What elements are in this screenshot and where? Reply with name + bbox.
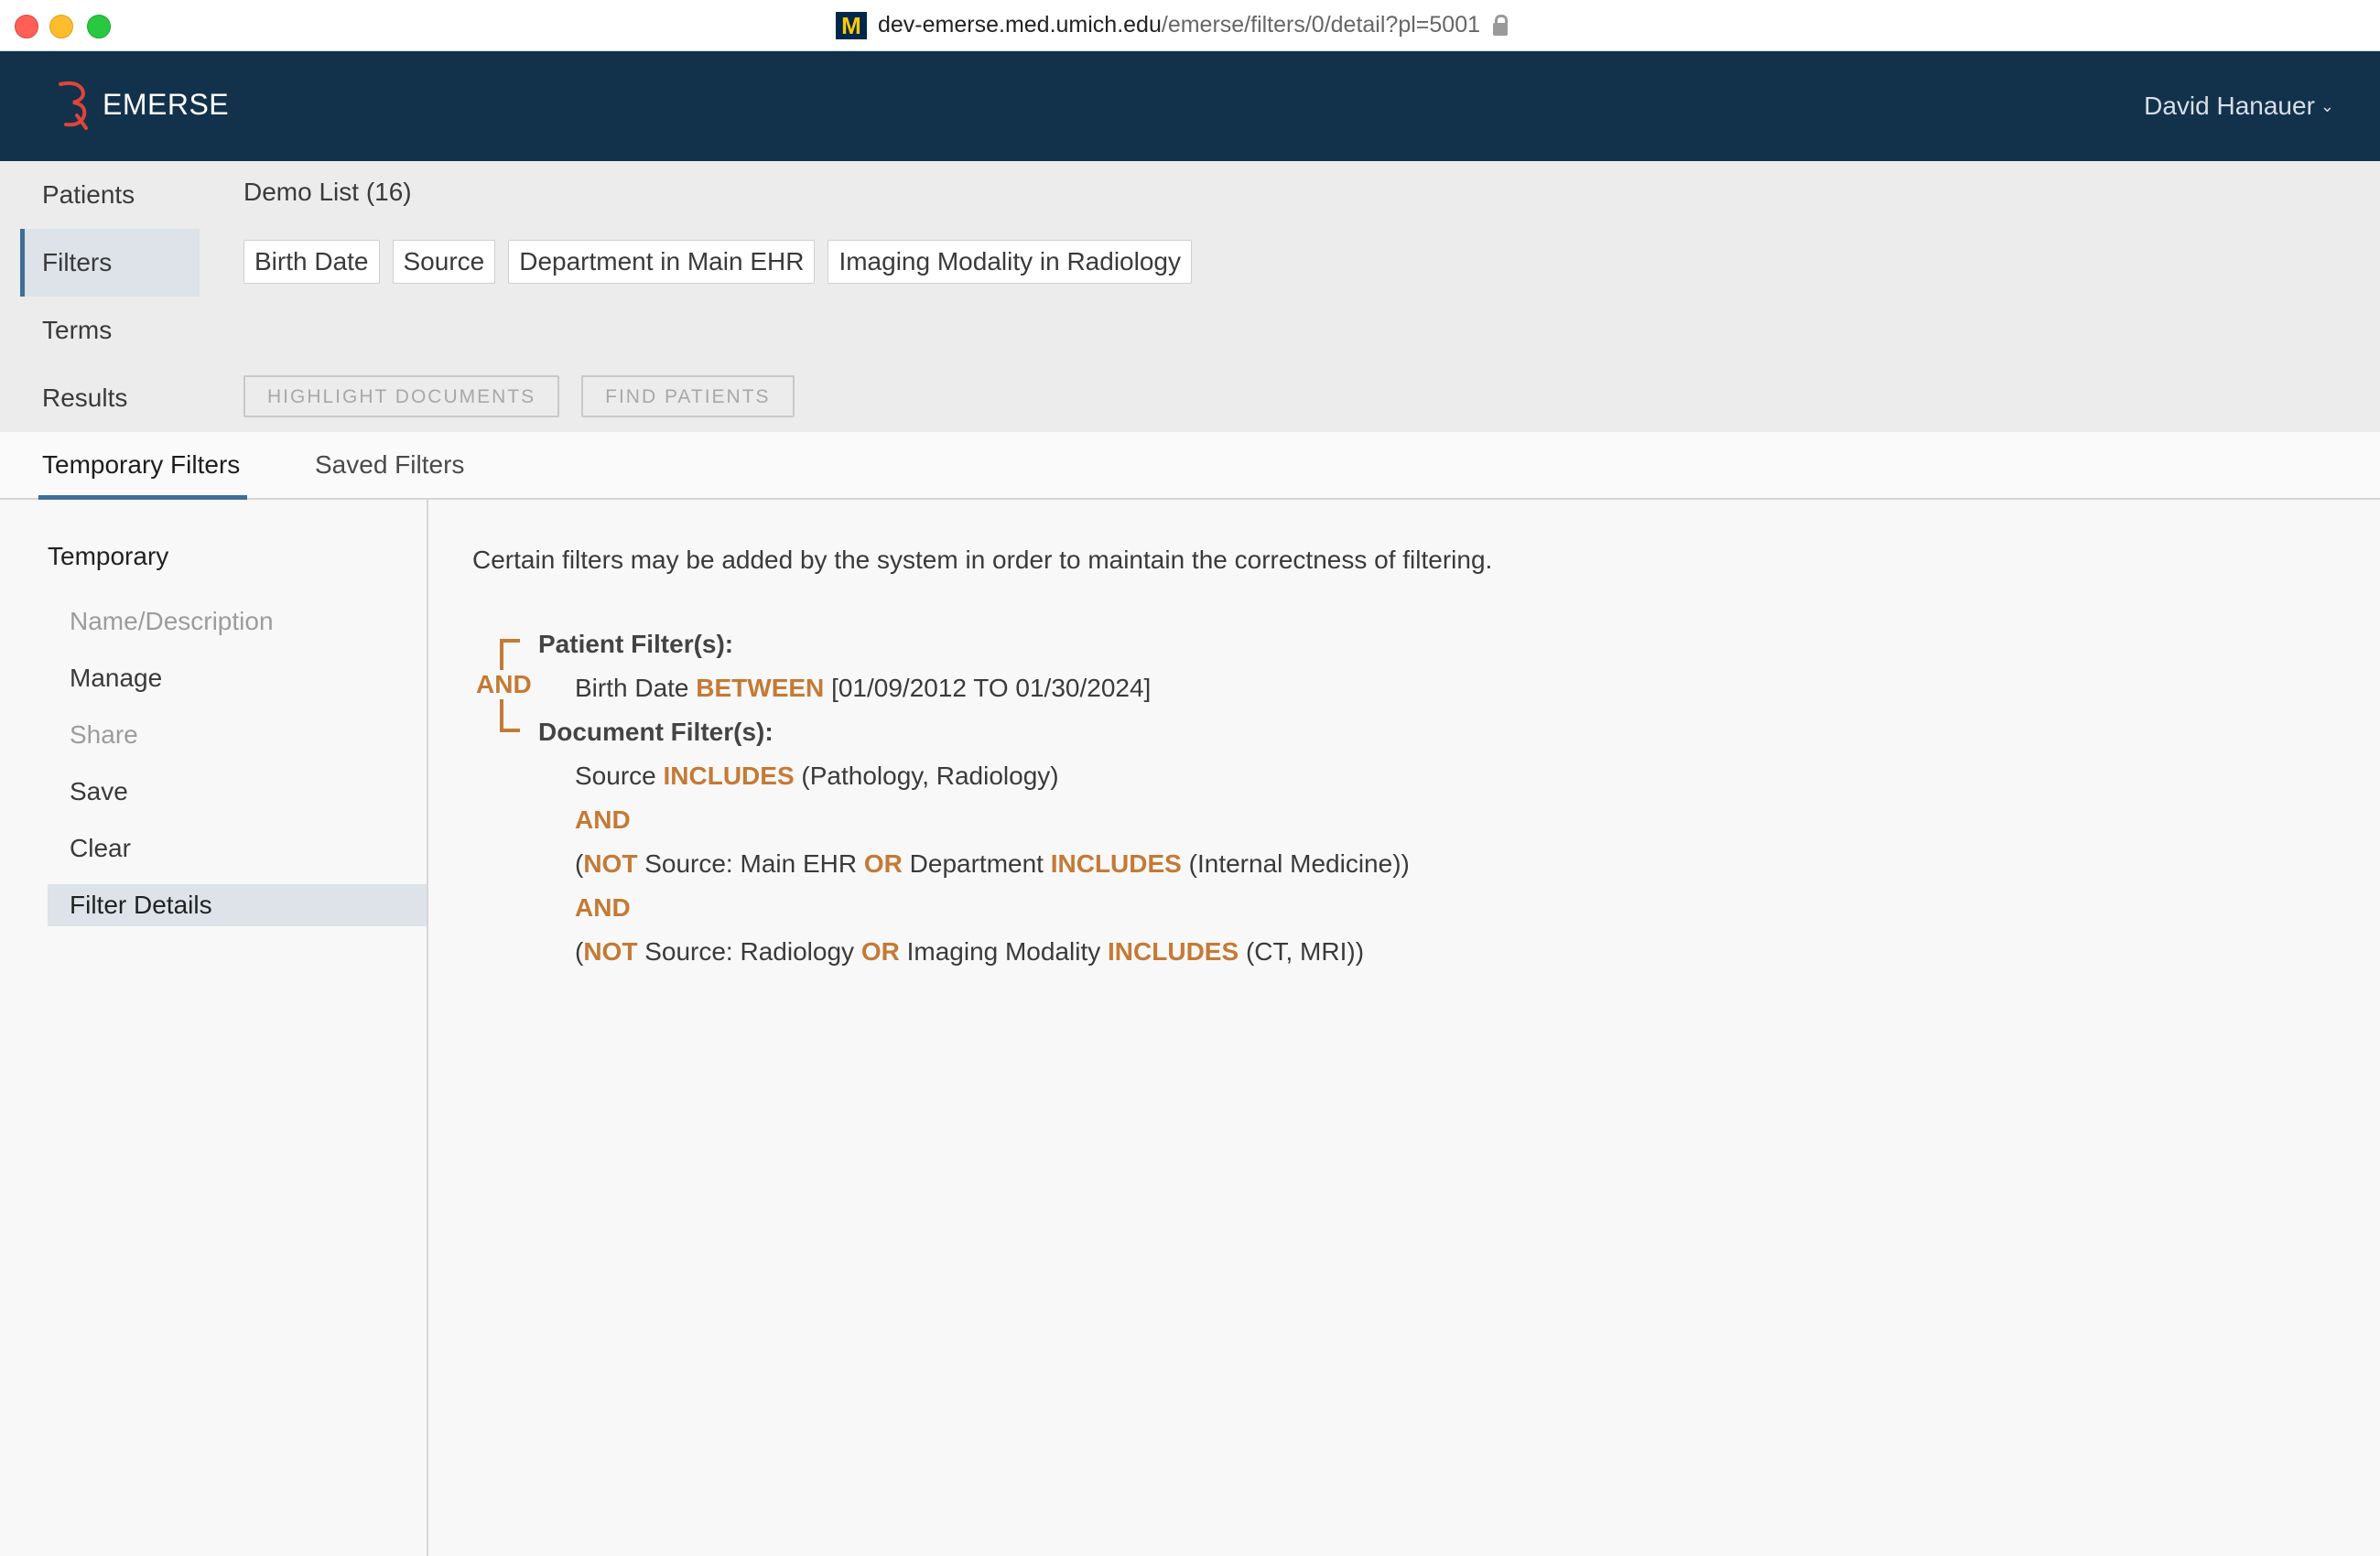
tab-temporary-filters[interactable]: Temporary Filters <box>38 432 248 500</box>
filter-operator: NOT <box>583 937 638 966</box>
find-patients-button[interactable]: FIND PATIENTS <box>581 375 795 417</box>
filter-operator: NOT <box>583 849 638 878</box>
side-item-share[interactable]: Share <box>48 707 427 763</box>
filter-value: (Pathology, Radiology) <box>801 762 1059 790</box>
search-actions: HIGHLIGHT DOCUMENTS FIND PATIENTS <box>243 375 795 417</box>
main-nav: Patients Filters Terms Results <box>20 161 200 432</box>
side-item-filter-details[interactable]: Filter Details <box>48 884 427 926</box>
filter-details-panel: Certain filters may be added by the syst… <box>428 500 2380 1556</box>
user-name: David Hanauer <box>2144 92 2315 120</box>
filter-operator: INCLUDES <box>1108 937 1239 966</box>
combiner-label: AND <box>474 670 534 699</box>
filter-chip[interactable]: Department in Main EHR <box>508 240 816 284</box>
filter-chip[interactable]: Source <box>392 240 496 284</box>
lock-icon <box>1493 14 1508 36</box>
document-filter-row: Source INCLUDES (Pathology, Radiology) <box>575 762 1059 791</box>
site-favicon-icon: M <box>836 11 867 39</box>
filter-operator: OR <box>863 849 903 878</box>
side-item-manage[interactable]: Manage <box>48 650 427 707</box>
top-panel: Patients Filters Terms Results Demo List… <box>0 161 2380 432</box>
filter-operator: OR <box>860 937 900 966</box>
url-path: /emerse/filters/0/detail?pl=5001 <box>1161 12 1480 38</box>
filter-field: Source: Main EHR <box>644 849 858 878</box>
filter-paren: ( <box>575 849 584 878</box>
url-text[interactable]: dev-emerse.med.umich.edu/emerse/filters/… <box>878 12 1480 38</box>
filter-side-menu: Temporary Name/Description Manage Share … <box>0 500 428 1556</box>
highlight-documents-button[interactable]: HIGHLIGHT DOCUMENTS <box>243 375 560 417</box>
app-name[interactable]: EMERSE <box>103 88 229 122</box>
patient-filters-heading: Patient Filter(s): <box>538 630 734 658</box>
filter-join-operator: AND <box>575 805 631 834</box>
side-menu-items: Name/Description Manage Share Save Clear… <box>48 593 427 926</box>
filter-field: Source: Radiology <box>644 937 855 966</box>
filter-paren: ( <box>575 937 584 966</box>
filter-operator: INCLUDES <box>1050 849 1182 878</box>
filter-value: (CT, MRI)) <box>1245 937 1365 966</box>
app-header: EMERSE David Hanauer ⌄ <box>0 51 2380 161</box>
nav-item-filters[interactable]: Filters <box>20 229 200 297</box>
filter-chip[interactable]: Imaging Modality in Radiology <box>828 240 1192 284</box>
patient-filter-row: Birth Date BETWEEN [01/09/2012 TO 01/30/… <box>575 674 1151 703</box>
filter-notice: Certain filters may be added by the syst… <box>472 546 1493 574</box>
nav-item-patients[interactable]: Patients <box>20 161 200 229</box>
side-menu-heading: Temporary <box>48 542 169 570</box>
side-item-clear[interactable]: Clear <box>48 820 427 877</box>
filter-field: Source <box>575 762 656 790</box>
filter-operator: BETWEEN <box>696 674 825 702</box>
patient-list-title[interactable]: Demo List (16) <box>243 178 412 207</box>
emerse-logo-icon <box>59 81 88 130</box>
document-filter-row: (NOT Source: Radiology OR Imaging Modali… <box>575 937 1364 967</box>
tab-saved-filters[interactable]: Saved Filters <box>315 432 464 498</box>
filter-join-operator: AND <box>575 893 631 922</box>
filter-value: [01/09/2012 TO 01/30/2024] <box>831 674 1152 702</box>
filter-tabs: Temporary Filters Saved Filters <box>0 432 2380 500</box>
document-filter-row: (NOT Source: Main EHR OR Department INCL… <box>575 849 1410 879</box>
user-menu[interactable]: David Hanauer ⌄ <box>2144 92 2334 121</box>
filter-field: Department <box>909 849 1044 878</box>
filter-operator: INCLUDES <box>663 762 795 790</box>
filter-field: Imaging Modality <box>906 937 1101 966</box>
nav-item-results[interactable]: Results <box>20 364 200 432</box>
filter-chips: Birth Date Source Department in Main EHR… <box>243 240 1192 284</box>
side-item-save[interactable]: Save <box>48 763 427 820</box>
filter-field: Birth Date <box>575 674 689 702</box>
window-titlebar: M dev-emerse.med.umich.edu/emerse/filter… <box>0 0 2380 51</box>
filter-value: (Internal Medicine)) <box>1188 849 1410 878</box>
address-bar[interactable]: M dev-emerse.med.umich.edu/emerse/filter… <box>0 0 2380 50</box>
side-item-name-description[interactable]: Name/Description <box>48 593 427 650</box>
chevron-down-icon: ⌄ <box>2320 97 2334 115</box>
filter-chip[interactable]: Birth Date <box>243 240 380 284</box>
nav-item-terms[interactable]: Terms <box>20 297 200 364</box>
document-filters-heading: Document Filter(s): <box>538 718 774 746</box>
url-host: dev-emerse.med.umich.edu <box>878 12 1162 38</box>
